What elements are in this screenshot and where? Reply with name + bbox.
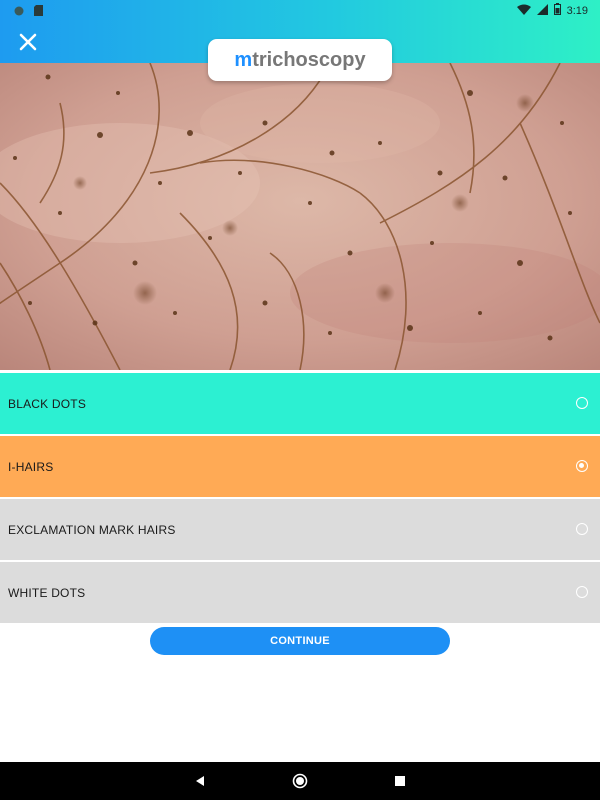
option-black-dots[interactable]: BLACK DOTS (0, 373, 600, 434)
system-nav-bar (0, 762, 600, 800)
close-icon[interactable] (15, 29, 41, 55)
status-bar: 3:19 (0, 0, 600, 20)
continue-button[interactable]: CONTINUE (150, 627, 450, 655)
option-label: WHITE DOTS (8, 585, 86, 600)
radio-button-icon[interactable] (576, 397, 588, 409)
recents-icon[interactable] (391, 772, 409, 790)
battery-icon (553, 2, 561, 20)
radio-button-icon[interactable] (576, 523, 588, 535)
logo-prefix: m (234, 49, 253, 71)
app-logo: mtrichoscopy (208, 39, 392, 81)
option-white-dots[interactable]: WHITE DOTS (0, 562, 600, 623)
back-icon[interactable] (191, 772, 209, 790)
logo-text: trichoscopy (252, 49, 366, 71)
option-label: BLACK DOTS (8, 396, 87, 411)
radio-button-icon[interactable] (576, 586, 588, 598)
notification-dot-icon (14, 3, 24, 21)
options-list: BLACK DOTS I-HAIRS EXCLAMATION MARK HAIR… (0, 373, 600, 625)
home-icon[interactable] (291, 772, 309, 790)
option-label: I-HAIRS (8, 459, 54, 474)
option-i-hairs[interactable]: I-HAIRS (0, 436, 600, 497)
trichoscopy-image (0, 63, 600, 370)
status-time: 3:19 (566, 5, 588, 17)
sd-card-icon (34, 3, 43, 21)
option-label: EXCLAMATION MARK HAIRS (8, 522, 176, 537)
signal-icon (536, 2, 548, 20)
radio-dot (579, 463, 584, 468)
option-exclamation-mark-hairs[interactable]: EXCLAMATION MARK HAIRS (0, 499, 600, 560)
radio-button-icon[interactable] (576, 460, 588, 472)
wifi-icon (516, 2, 531, 20)
